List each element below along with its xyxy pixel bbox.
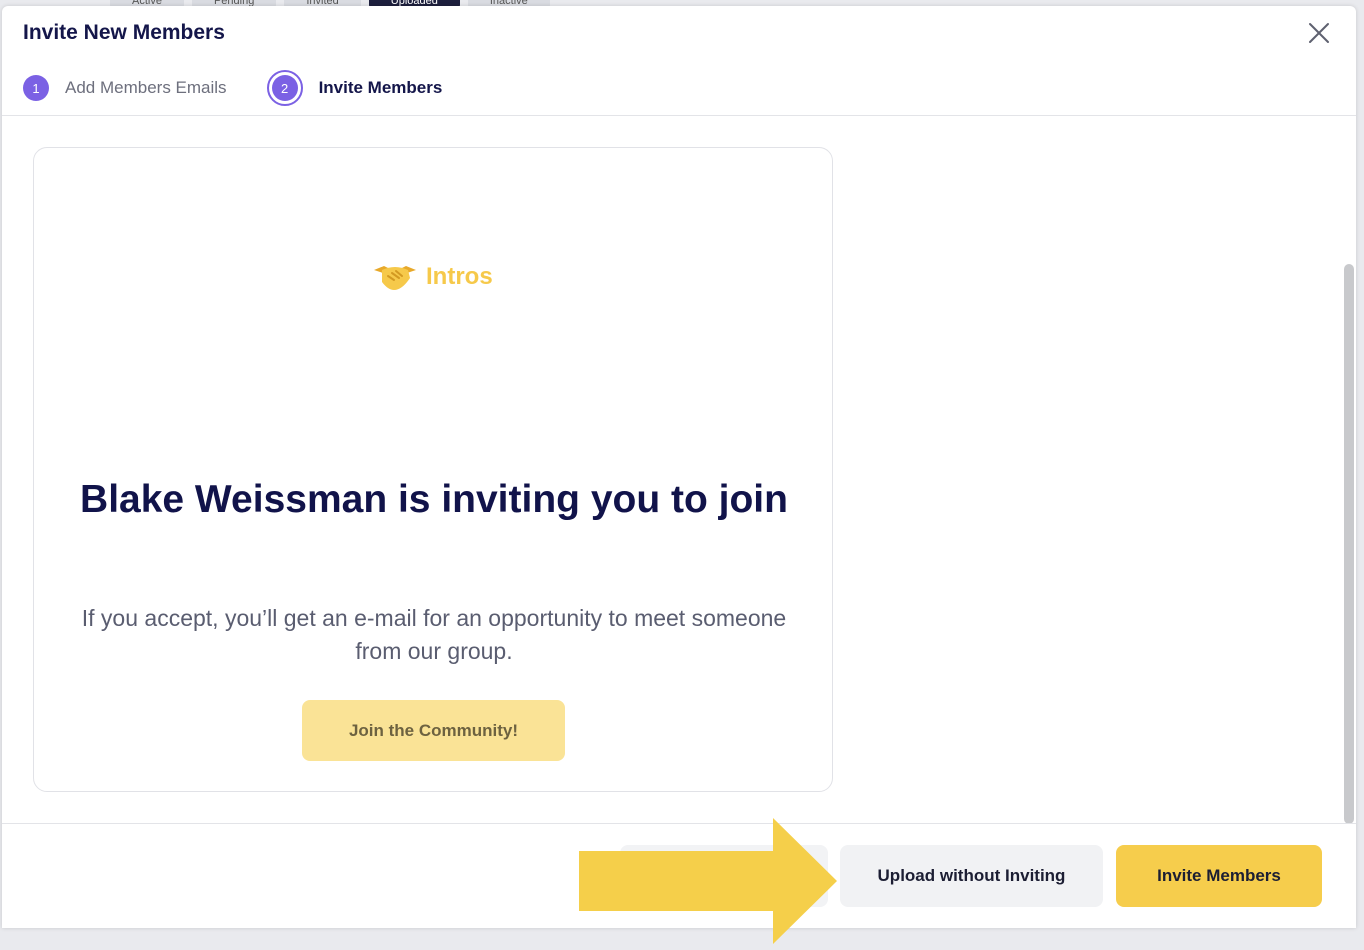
handshake-icon [374, 266, 416, 290]
annotation-arrow-icon [579, 818, 837, 944]
email-preview-card: Intros Blake Weissman is inviting you to… [33, 147, 833, 792]
intros-logo: Intros [372, 260, 493, 294]
step-number-2: 2 [271, 75, 298, 101]
step-add-emails[interactable]: 1 Add Members Emails [23, 75, 227, 101]
scrollbar[interactable] [1344, 264, 1354, 824]
step-label-add-emails: Add Members Emails [65, 78, 227, 97]
upload-without-inviting-button[interactable]: Upload without Inviting [840, 845, 1103, 907]
invite-heading: Blake Weissman is inviting you to join [80, 478, 788, 521]
close-button[interactable] [1306, 20, 1332, 46]
modal-title: Invite New Members [23, 21, 225, 44]
invite-subtext: If you accept, you’ll get an e-mail for … [81, 605, 787, 664]
close-icon [1309, 23, 1329, 43]
step-label-invite-members: Invite Members [318, 78, 443, 97]
step-number-1: 1 [23, 75, 49, 101]
step-number-2-ring: 2 [266, 70, 303, 106]
logo-text: Intros [426, 263, 493, 290]
step-invite-members[interactable]: 2 Invite Members [266, 70, 443, 106]
invite-members-button[interactable]: Invite Members [1116, 845, 1322, 907]
stepper: 1 Add Members Emails 2 Invite Members [23, 70, 482, 106]
join-community-button[interactable]: Join the Community! [302, 700, 565, 761]
invite-members-modal: Invite New Members 1 Add Members Emails … [2, 6, 1356, 928]
header-divider [2, 115, 1356, 116]
